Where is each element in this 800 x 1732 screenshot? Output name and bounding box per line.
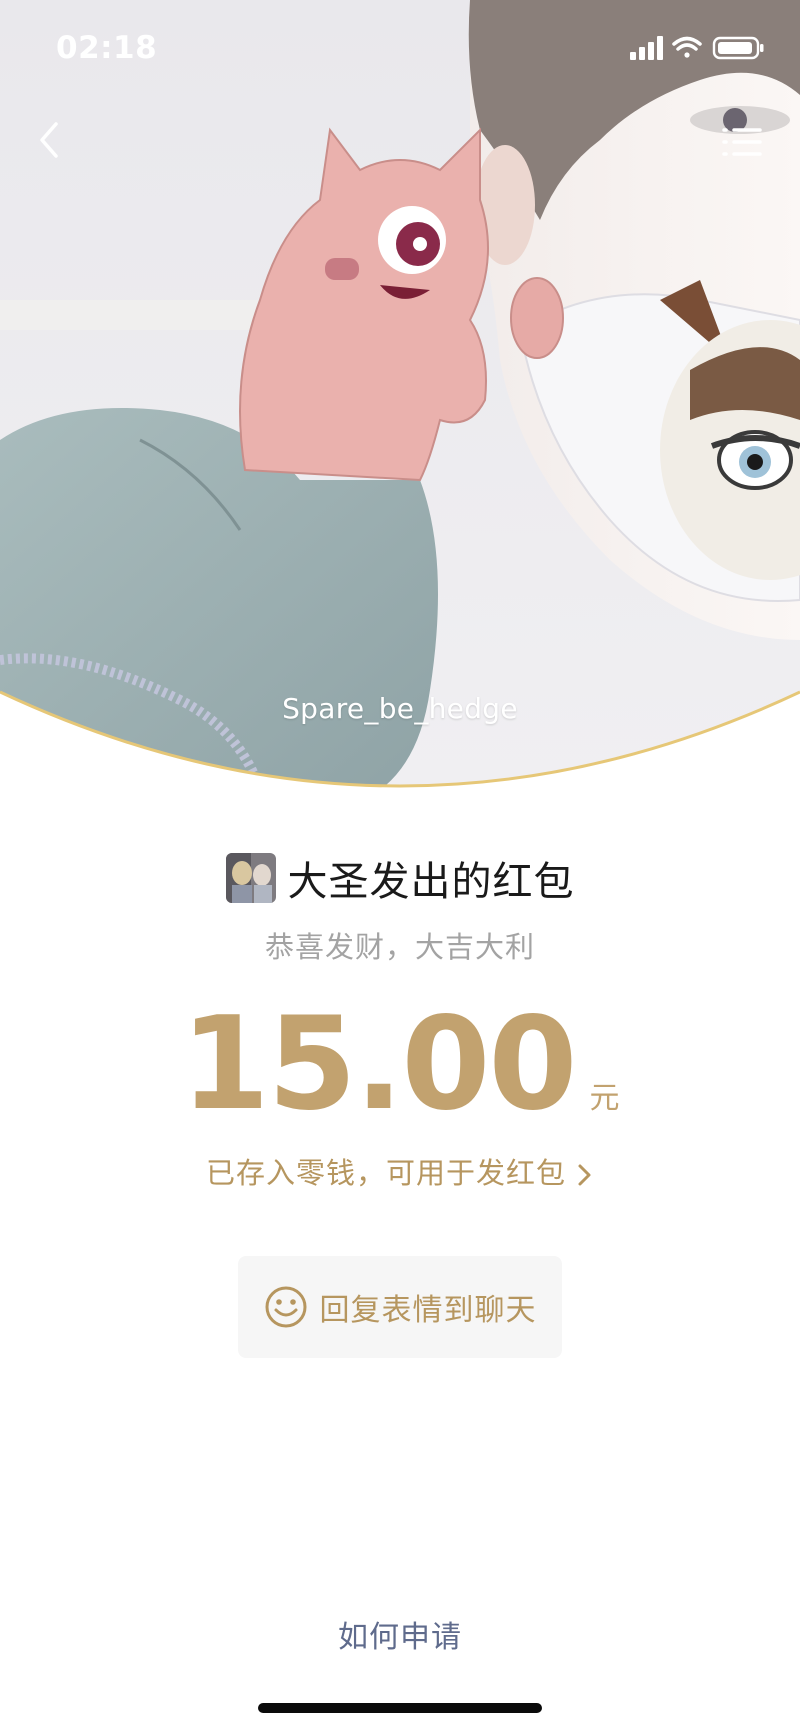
blessing-text: 恭喜发财，大吉大利	[264, 930, 535, 964]
status-icons	[630, 36, 764, 60]
amount-value: 15.00	[180, 990, 578, 1139]
cover-illustration	[0, 0, 800, 788]
sender-title: 大圣发出的红包	[287, 859, 575, 905]
cover-owner-name: Spare_be_hedge	[282, 692, 518, 725]
smiley-face-icon	[265, 1286, 306, 1328]
battery-icon	[712, 36, 764, 60]
status-time: 02:18	[56, 30, 158, 66]
menu-list-icon	[722, 128, 762, 156]
home-indicator[interactable]	[258, 1703, 542, 1713]
status-bar: 02:18	[0, 0, 800, 96]
reply-sticker-button[interactable]: 回复表情到聊天	[238, 1256, 562, 1358]
saved-to-balance-link[interactable]: 已存入零钱，可用于发红包	[0, 1150, 800, 1192]
back-chevron-icon	[40, 122, 58, 158]
amount-unit: 元	[589, 1081, 620, 1116]
sender-row: 大圣发出的红包	[0, 850, 800, 906]
back-button[interactable]	[22, 110, 82, 170]
chevron-right-icon	[578, 1164, 591, 1186]
red-packet-detail-page: 02:18 Spare_be_hedge 大圣发出的红包 恭喜发财，大吉大利 1…	[0, 0, 800, 1732]
cellular-signal-icon	[630, 36, 663, 60]
menu-button[interactable]	[710, 110, 774, 174]
avatar	[225, 853, 276, 903]
wifi-icon	[672, 36, 702, 58]
saved-note-label: 已存入零钱，可用于发红包	[205, 1156, 566, 1190]
cover-image: 02:18 Spare_be_hedge	[0, 0, 800, 790]
how-to-apply-link[interactable]: 如何申请	[0, 1612, 800, 1656]
amount-row: 15.00 元	[0, 1000, 800, 1130]
reply-sticker-label: 回复表情到聊天	[319, 1293, 537, 1328]
